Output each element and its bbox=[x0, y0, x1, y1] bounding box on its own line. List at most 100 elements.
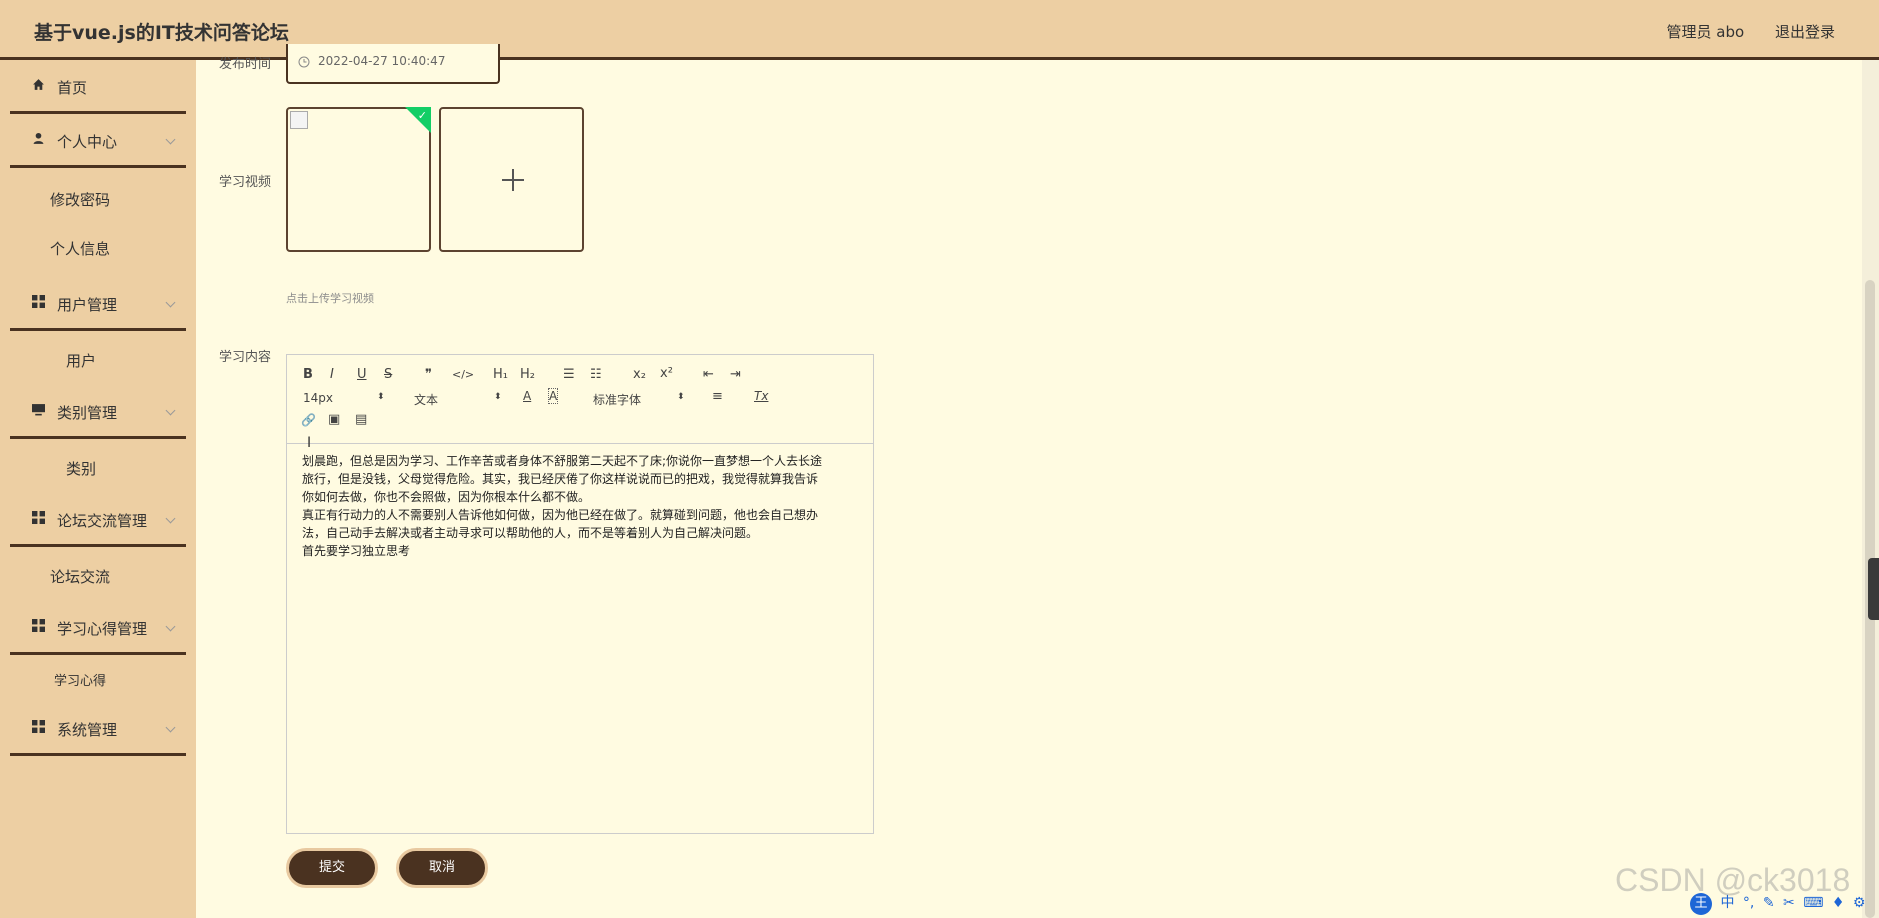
sidebar-subitem-personal-info[interactable]: 个人信息 bbox=[10, 228, 186, 268]
cancel-button[interactable]: 取消 bbox=[396, 848, 488, 888]
publish-time-label: 发布时间 bbox=[219, 57, 272, 72]
broken-image-icon bbox=[290, 111, 308, 129]
logout-link[interactable]: 退出登录 bbox=[1775, 23, 1835, 41]
sidebar-item-label: 用户管理 bbox=[57, 296, 118, 314]
sidebar-subitem-categories[interactable]: 类别 bbox=[10, 448, 186, 488]
align-button[interactable]: ≡ bbox=[712, 389, 723, 404]
content-line: 真正有行动力的人不需要别人告诉他如何做，因为他已经在做了。就算碰到问题，他也会自… bbox=[302, 508, 819, 522]
text-cursor-icon: I bbox=[307, 435, 312, 451]
outdent-button[interactable]: ⇤ bbox=[703, 367, 714, 382]
ime-mode-indicator[interactable]: 中 bbox=[1720, 895, 1734, 911]
underline-button[interactable]: U bbox=[357, 367, 367, 382]
sidebar-item-home[interactable]: 首页 bbox=[10, 60, 186, 114]
keyboard-icon[interactable]: ⌨ bbox=[1803, 895, 1823, 911]
font-family-select[interactable]: 标准字体 ⬍ bbox=[593, 391, 689, 408]
sidebar-item-label: 论坛交流管理 bbox=[57, 512, 148, 530]
sidebar-subitem-label: 论坛交流 bbox=[50, 568, 111, 586]
font-size-select[interactable]: 14px ⬍ bbox=[303, 391, 393, 405]
study-content-label: 学习内容 bbox=[219, 350, 272, 365]
editor-toolbar: B I U S ❞ </> H₁ H₂ ☰ ☷ x₂ x² ⇤ ⇥ 14px ⬍… bbox=[287, 355, 873, 444]
sidebar-item-label: 学习心得管理 bbox=[57, 620, 148, 638]
font-size-value: 14px bbox=[303, 391, 333, 405]
sidebar-subitem-study-notes[interactable]: 学习心得 bbox=[10, 660, 186, 700]
grid-icon bbox=[32, 511, 45, 524]
block-format-select[interactable]: 文本 ⬍ bbox=[414, 391, 504, 408]
publish-time-field[interactable]: 2022-04-27 10:40:47 bbox=[286, 44, 500, 84]
video-button[interactable]: ▤ bbox=[355, 412, 367, 427]
font-color-button[interactable]: A bbox=[523, 389, 531, 403]
link-button[interactable]: 🔗 bbox=[301, 413, 316, 427]
sidebar-item-forum-management[interactable]: 论坛交流管理 bbox=[10, 493, 186, 547]
scissors-icon[interactable]: ✂ bbox=[1783, 895, 1795, 911]
blockquote-button[interactable]: ❞ bbox=[425, 367, 432, 382]
sidebar-item-label: 系统管理 bbox=[57, 721, 118, 739]
sidebar-subitem-change-password[interactable]: 修改密码 bbox=[10, 179, 186, 219]
chevron-down-icon bbox=[165, 621, 176, 632]
check-icon: ✓ bbox=[417, 109, 427, 122]
heading1-button[interactable]: H₁ bbox=[493, 367, 508, 382]
grid-icon bbox=[32, 295, 45, 308]
app-title: 基于vue.js的IT技术问答论坛 bbox=[34, 22, 289, 44]
side-panel-handle[interactable] bbox=[1868, 558, 1879, 620]
settings-icon[interactable]: ⚙ bbox=[1853, 895, 1866, 911]
header-user-area: 管理员 abo 退出登录 bbox=[1641, 21, 1835, 42]
sidebar-subitem-label: 个人信息 bbox=[50, 240, 111, 258]
sidebar-item-label: 个人中心 bbox=[57, 133, 118, 151]
monitor-icon bbox=[32, 404, 45, 416]
strike-button[interactable]: S bbox=[384, 367, 392, 382]
sidebar-item-category-management[interactable]: 类别管理 bbox=[10, 385, 186, 439]
ordered-list-button[interactable]: ☰ bbox=[563, 367, 575, 382]
uploaded-video-thumbnail[interactable]: ✓ bbox=[286, 107, 431, 252]
grid-icon bbox=[32, 720, 45, 733]
sidebar-subitem-label: 学习心得 bbox=[54, 674, 107, 689]
block-format-value: 文本 bbox=[414, 393, 439, 407]
clock-icon bbox=[298, 56, 310, 68]
study-video-label: 学习视频 bbox=[219, 175, 272, 190]
image-button[interactable]: ▣ bbox=[328, 412, 340, 427]
content-line: 法，自己动手去解决或者主动寻求可以帮助他的人，而不是等着别人为自己解决问题。 bbox=[302, 526, 759, 540]
italic-button[interactable]: I bbox=[330, 367, 334, 382]
select-arrows-icon: ⬍ bbox=[494, 392, 502, 402]
punctuation-icon[interactable]: °, bbox=[1743, 895, 1754, 911]
sidebar-item-user-management[interactable]: 用户管理 bbox=[10, 277, 186, 331]
sidebar-item-label: 首页 bbox=[57, 79, 88, 97]
sidebar-subitem-users[interactable]: 用户 bbox=[10, 340, 186, 380]
code-block-button[interactable]: </> bbox=[452, 368, 474, 381]
background-color-button[interactable]: A bbox=[547, 388, 559, 404]
font-family-value: 标准字体 bbox=[593, 393, 642, 407]
home-icon bbox=[33, 79, 44, 90]
chevron-down-icon bbox=[165, 722, 176, 733]
select-arrows-icon: ⬍ bbox=[677, 392, 685, 402]
top-header: 基于vue.js的IT技术问答论坛 管理员 abo 退出登录 bbox=[0, 0, 1879, 60]
sidebar-item-system-management[interactable]: 系统管理 bbox=[10, 702, 186, 756]
submit-button[interactable]: 提交 bbox=[286, 848, 378, 888]
sidebar-subitem-forum[interactable]: 论坛交流 bbox=[10, 556, 186, 596]
bold-button[interactable]: B bbox=[303, 367, 313, 382]
clear-format-button[interactable]: Tx bbox=[754, 389, 768, 403]
select-arrows-icon: ⬍ bbox=[377, 392, 385, 402]
sidebar-item-personal-center[interactable]: 个人中心 bbox=[10, 114, 186, 168]
upload-hint: 点击上传学习视频 bbox=[286, 292, 374, 305]
chevron-down-icon bbox=[165, 405, 176, 416]
heading2-button[interactable]: H₂ bbox=[520, 367, 535, 382]
bullet-list-button[interactable]: ☷ bbox=[590, 367, 602, 382]
content-line: 旅行，但是没钱，父母觉得危险。其实，我已经厌倦了你这样说说而已的把戏，我觉得就算… bbox=[302, 472, 819, 486]
upload-video-button[interactable] bbox=[439, 107, 584, 252]
ime-logo-icon: 王 bbox=[1690, 893, 1712, 915]
handwriting-icon[interactable]: ✎ bbox=[1763, 895, 1775, 911]
sidebar-item-label: 类别管理 bbox=[57, 404, 118, 422]
skin-icon[interactable]: ♦ bbox=[1832, 895, 1845, 911]
content-line: 划晨跑，但总是因为学习、工作辛苦或者身体不舒服第二天起不了床;你说你一直梦想一个… bbox=[302, 454, 823, 468]
editor-content[interactable]: 划晨跑，但总是因为学习、工作辛苦或者身体不舒服第二天起不了床;你说你一直梦想一个… bbox=[302, 452, 858, 560]
sidebar-item-study-notes-management[interactable]: 学习心得管理 bbox=[10, 601, 186, 655]
indent-button[interactable]: ⇥ bbox=[730, 367, 741, 382]
sidebar-subitem-label: 类别 bbox=[66, 460, 97, 478]
chevron-down-icon bbox=[165, 134, 176, 145]
content-line: 首先要学习独立思考 bbox=[302, 544, 411, 558]
subscript-button[interactable]: x₂ bbox=[633, 367, 646, 382]
ime-toolbar[interactable]: 王 中 °, ✎ ✂ ⌨ ♦ ⚙ bbox=[1690, 892, 1876, 916]
superscript-button[interactable]: x² bbox=[660, 366, 673, 381]
chevron-down-icon bbox=[165, 297, 176, 308]
rich-text-editor[interactable]: B I U S ❞ </> H₁ H₂ ☰ ☷ x₂ x² ⇤ ⇥ 14px ⬍… bbox=[286, 354, 874, 834]
sidebar-subitem-label: 用户 bbox=[66, 352, 97, 370]
